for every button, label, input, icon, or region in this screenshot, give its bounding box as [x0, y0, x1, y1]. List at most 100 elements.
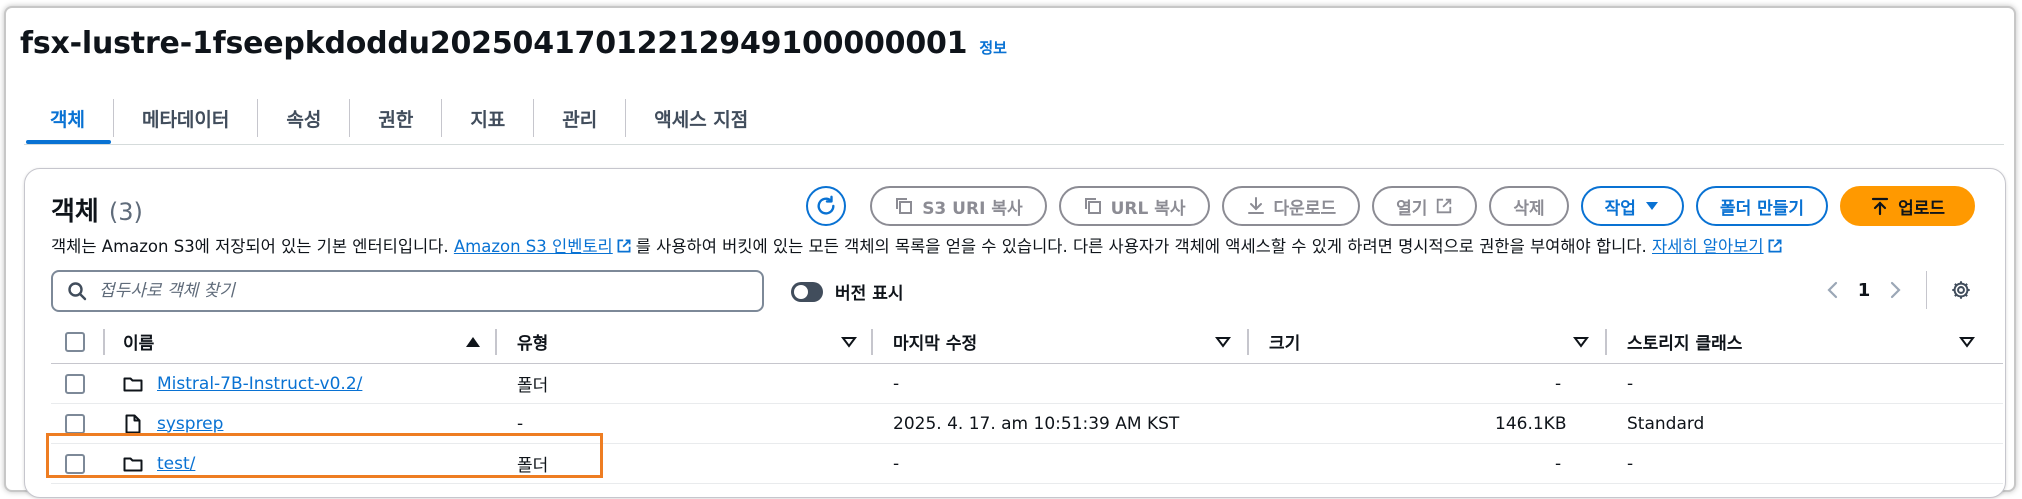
sort-icon[interactable] [1215, 320, 1231, 363]
show-versions-toggle[interactable] [791, 281, 823, 302]
copy-s3-uri-button[interactable]: S3 URI 복사 [870, 186, 1047, 226]
column-header-name[interactable]: 이름 [123, 320, 154, 363]
column-divider [871, 329, 873, 355]
column-divider [1247, 329, 1249, 355]
description-text-2: 를 사용하여 버킷에 있는 모든 객체의 목록을 얻을 수 있습니다. 다른 사… [635, 237, 1647, 256]
download-button[interactable]: 다운로드 [1221, 186, 1361, 226]
refresh-button[interactable] [806, 186, 847, 226]
sort-icon[interactable] [1573, 320, 1589, 363]
delete-button[interactable]: 삭제 [1489, 186, 1569, 226]
row-checkbox-cell [65, 404, 85, 443]
copy-s3-uri-label: S3 URI 복사 [922, 198, 1023, 219]
tab-metrics[interactable]: 지표 [442, 96, 533, 140]
pager-divider [1926, 271, 1927, 309]
column-divider [1605, 329, 1607, 355]
column-divider [103, 329, 105, 355]
object-type: - [517, 413, 524, 434]
caret-down-icon [1644, 200, 1660, 212]
upload-icon [1870, 196, 1890, 216]
preferences-button[interactable] [1941, 279, 1981, 301]
row-checkbox[interactable] [65, 413, 85, 434]
previous-page-button[interactable] [1812, 281, 1852, 299]
bucket-title: fsx-lustre-1fseepkdoddu20250417012212949… [20, 26, 968, 61]
search-field[interactable] [51, 270, 764, 312]
inventory-link[interactable]: Amazon S3 인벤토리 [454, 237, 613, 256]
objects-toolbar: S3 URI 복사 URL 복사 다운로드 열기 삭제 작업 폴더 만들기 업로… [806, 186, 1975, 226]
object-size: 146.1KB [1495, 413, 1567, 434]
download-icon [1246, 196, 1266, 216]
object-name-cell: test/ [123, 444, 195, 483]
external-link-icon [1435, 197, 1453, 215]
object-name-link[interactable]: Mistral-7B-Instruct-v0.2/ [157, 374, 362, 394]
column-header-storage-class[interactable]: 스토리지 클래스 [1627, 320, 1742, 363]
panel-title: 객체 [51, 197, 99, 227]
row-checkbox[interactable] [65, 373, 85, 394]
tabs-divider [24, 144, 2004, 145]
gear-icon [1950, 279, 1972, 301]
current-page-number[interactable]: 1 [1852, 280, 1876, 301]
object-type: 폴더 [517, 456, 549, 476]
create-folder-label: 폴더 만들기 [1719, 198, 1805, 219]
select-all-checkbox-cell [65, 320, 85, 363]
table-row[interactable]: test/ 폴더 - - - [51, 444, 2003, 484]
tab-properties[interactable]: 속성 [258, 96, 349, 140]
column-header-type[interactable]: 유형 [517, 320, 548, 363]
object-last-modified: - [893, 453, 900, 474]
column-header-last-modified[interactable]: 마지막 수정 [893, 320, 977, 363]
table-row[interactable]: Mistral-7B-Instruct-v0.2/ 폴더 - - - [51, 364, 2003, 404]
objects-description: 객체는 Amazon S3에 저장되어 있는 기본 엔터티입니다. Amazon… [51, 233, 1787, 258]
copy-icon [894, 196, 914, 216]
open-button[interactable]: 열기 [1372, 186, 1478, 226]
sort-ascending-icon[interactable] [465, 320, 481, 363]
sort-icon[interactable] [841, 320, 857, 363]
row-checkbox-cell [65, 364, 85, 403]
next-page-button[interactable] [1876, 281, 1916, 299]
tab-metadata[interactable]: 메타데이터 [114, 96, 257, 140]
bucket-header: fsx-lustre-1fseepkdoddu20250417012212949… [20, 26, 1007, 61]
show-versions-control: 버전 표시 [791, 279, 903, 304]
search-icon [67, 281, 87, 301]
panel-header: 객체 (3) [51, 191, 143, 228]
row-checkbox-cell [65, 444, 85, 483]
object-storage-class: Standard [1627, 413, 1705, 434]
table-row[interactable]: sysprep - 2025. 4. 17. am 10:51:39 AM KS… [51, 404, 2003, 444]
delete-label: 삭제 [1513, 198, 1545, 219]
object-count: (3) [108, 198, 143, 226]
pagination: 1 [1812, 269, 1981, 311]
file-icon [125, 414, 141, 434]
column-divider [495, 329, 497, 355]
search-input[interactable] [99, 281, 719, 301]
upload-button[interactable]: 업로드 [1840, 186, 1975, 226]
sort-icon[interactable] [1959, 320, 1975, 363]
row-checkbox[interactable] [65, 453, 85, 474]
object-name-link[interactable]: test/ [157, 454, 195, 474]
select-all-checkbox[interactable] [65, 331, 85, 352]
external-link-icon [616, 238, 632, 258]
object-size: - [1555, 373, 1562, 394]
object-type: 폴더 [517, 376, 549, 396]
objects-panel: 객체 (3) S3 URI 복사 URL 복사 다운로드 열기 삭제 작업 폴더… [24, 168, 2006, 498]
objects-table: 이름 유형 마지막 수정 크기 스토리지 클래스 Mistral-7B-Inst… [51, 320, 2003, 484]
copy-url-button[interactable]: URL 복사 [1058, 186, 1210, 226]
tab-management[interactable]: 관리 [534, 96, 625, 140]
object-storage-class: - [1627, 373, 1634, 394]
actions-dropdown[interactable]: 작업 [1580, 186, 1684, 226]
object-last-modified: - [893, 373, 900, 394]
copy-url-label: URL 복사 [1110, 198, 1186, 219]
open-label: 열기 [1396, 198, 1428, 219]
window-frame: fsx-lustre-1fseepkdoddu20250417012212949… [4, 6, 2016, 498]
tab-objects[interactable]: 객체 [24, 96, 113, 144]
object-name-cell: sysprep [125, 404, 223, 443]
learn-more-link[interactable]: 자세히 알아보기 [1652, 237, 1764, 256]
object-name-link[interactable]: sysprep [157, 414, 223, 434]
tab-access-points[interactable]: 액세스 지점 [626, 96, 776, 140]
table-header-row: 이름 유형 마지막 수정 크기 스토리지 클래스 [51, 320, 2003, 364]
column-header-size[interactable]: 크기 [1269, 320, 1300, 363]
copy-icon [1083, 196, 1103, 216]
actions-label: 작업 [1604, 198, 1636, 219]
create-folder-button[interactable]: 폴더 만들기 [1695, 186, 1829, 226]
info-link[interactable]: 정보 [979, 37, 1007, 58]
show-versions-label: 버전 표시 [835, 284, 904, 304]
object-last-modified: 2025. 4. 17. am 10:51:39 AM KST [893, 413, 1180, 434]
tab-permissions[interactable]: 권한 [350, 96, 441, 140]
